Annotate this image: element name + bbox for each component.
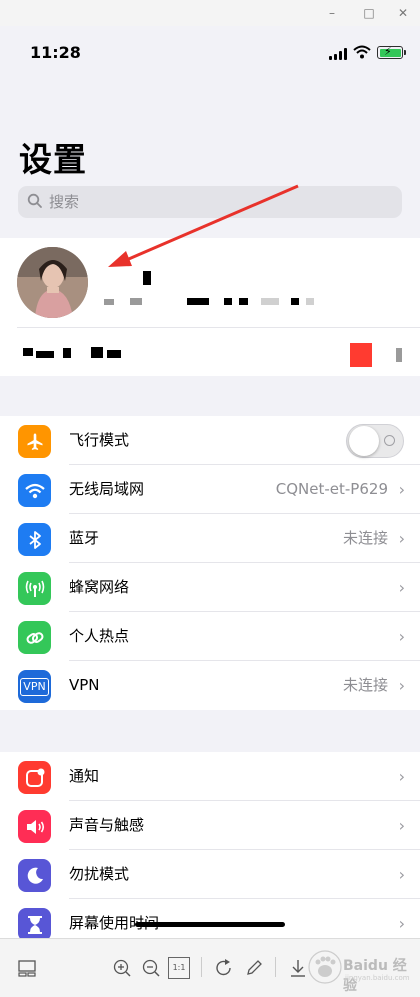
cellular-signal-icon (329, 48, 347, 60)
toolbar-divider (275, 957, 276, 977)
thumbnail-icon[interactable] (16, 957, 38, 979)
chevron-right-icon: › (398, 816, 405, 835)
maximize-button[interactable]: □ (360, 4, 378, 22)
apple-id-card[interactable] (0, 238, 420, 376)
settings-row[interactable]: 屏幕使用时间 › (0, 899, 420, 938)
charging-bolt-icon: ⚡ (384, 45, 392, 58)
settings-row-label: 个人热点 (69, 627, 130, 645)
bluetooth-icon (18, 523, 51, 556)
settings-row[interactable]: 飞行模式 (0, 416, 420, 465)
status-time: 11:28 (30, 43, 81, 62)
chevron-right-icon: › (398, 865, 405, 884)
minimize-button[interactable]: – (323, 4, 341, 22)
airplane-mode-toggle[interactable] (346, 424, 404, 458)
chevron-right-icon: › (398, 914, 405, 933)
edit-icon[interactable] (243, 957, 265, 979)
zoom-out-icon[interactable] (140, 957, 162, 979)
home-indicator (135, 922, 285, 927)
close-button[interactable]: ✕ (394, 4, 412, 22)
connectivity-group: 飞行模式 无线局域网 CQNet-et-P629 › 蓝牙 未连接 › 蜂窝网络 › 个人热点 › V… (0, 416, 420, 710)
phone-screen: 11:28 ⚡ 设置 搜索 飞行模式 无线局域网 CQNet-et-P629 ›… (0, 26, 420, 938)
hotspot-icon (18, 621, 51, 654)
redacted-text (187, 298, 209, 305)
actual-size-button[interactable]: 1:1 (168, 957, 190, 979)
settings-row-label: 蜂窝网络 (69, 578, 130, 596)
page-title: 设置 (19, 140, 87, 179)
settings-row-label: 通知 (69, 767, 100, 785)
settings-row-label: 蓝牙 (69, 529, 100, 547)
settings-row-value: 未连接 (342, 676, 388, 694)
redacted-text (291, 298, 299, 305)
settings-row[interactable]: 声音与触感 › (0, 801, 420, 850)
chevron-right-icon: › (398, 480, 405, 499)
redacted-badge (350, 343, 372, 367)
settings-row[interactable]: 个人热点 › (0, 612, 420, 661)
chevron-right-icon: › (398, 676, 405, 695)
vpn-icon-text: VPN (20, 677, 49, 696)
status-bar: 11:28 ⚡ (0, 26, 420, 76)
divider (17, 327, 420, 328)
moon-icon (18, 859, 51, 892)
settings-row[interactable]: 蜂窝网络 › (0, 563, 420, 612)
settings-row[interactable]: VPN VPN 未连接 › (0, 661, 420, 710)
redacted-text (306, 298, 314, 305)
settings-row-label: 飞行模式 (69, 431, 130, 449)
redacted-text (91, 347, 103, 358)
wifi-icon (18, 474, 51, 507)
settings-row[interactable]: 勿扰模式 › (0, 850, 420, 899)
chevron-right-icon: › (398, 529, 405, 548)
airplane-icon (18, 425, 51, 458)
redacted-text (36, 351, 54, 358)
window-titlebar: – □ ✕ (0, 0, 420, 26)
search-icon (27, 193, 42, 208)
chevron-right-icon: › (398, 627, 405, 646)
redacted-text (396, 348, 402, 362)
redacted-text (23, 348, 33, 356)
toggle-knob (349, 426, 379, 456)
settings-row[interactable]: 通知 › (0, 752, 420, 801)
settings-row-label: 无线局域网 (69, 480, 145, 498)
settings-row-value: 未连接 (342, 529, 388, 547)
redacted-text (63, 348, 71, 358)
notifications-group: 通知 › 声音与触感 › 勿扰模式 › 屏幕使用时间 › (0, 752, 420, 938)
redacted-name (143, 271, 151, 285)
settings-row-value: CQNet-et-P629 (275, 480, 388, 498)
redacted-text (239, 298, 248, 305)
battery-icon: ⚡ (377, 45, 406, 59)
baidu-watermark: Baidu 经验 jingyan.baidu.com (305, 945, 415, 994)
zoom-in-icon[interactable] (111, 957, 133, 979)
search-placeholder: 搜索 (49, 193, 80, 211)
settings-row-label: VPN (69, 676, 100, 694)
search-field[interactable]: 搜索 (18, 186, 402, 218)
redacted-text (130, 298, 142, 305)
wifi-status-icon (353, 45, 371, 59)
watermark-url: jingyan.baidu.com (345, 974, 410, 982)
vpn-icon: VPN (18, 670, 51, 703)
settings-row-label: 屏幕使用时间 (69, 914, 160, 932)
speaker-icon (18, 810, 51, 843)
redacted-text (104, 299, 114, 305)
rotate-icon[interactable] (213, 957, 235, 979)
chevron-right-icon: › (398, 578, 405, 597)
redacted-text (107, 350, 121, 358)
redacted-text (224, 298, 232, 305)
settings-row[interactable]: 蓝牙 未连接 › (0, 514, 420, 563)
toolbar-divider (201, 957, 202, 977)
antenna-icon (18, 572, 51, 605)
toggle-off-indicator (384, 435, 395, 446)
chevron-right-icon: › (398, 767, 405, 786)
redacted-text (261, 298, 279, 305)
settings-row[interactable]: 无线局域网 CQNet-et-P629 › (0, 465, 420, 514)
viewer-toolbar: 1:1 Baidu 经验 jingyan.baidu.com (0, 938, 420, 997)
avatar (17, 247, 88, 318)
notification-icon (18, 761, 51, 794)
hourglass-icon (18, 908, 51, 938)
baidu-paw-logo (308, 950, 342, 984)
settings-row-label: 勿扰模式 (69, 865, 130, 883)
settings-row-label: 声音与触感 (69, 816, 145, 834)
